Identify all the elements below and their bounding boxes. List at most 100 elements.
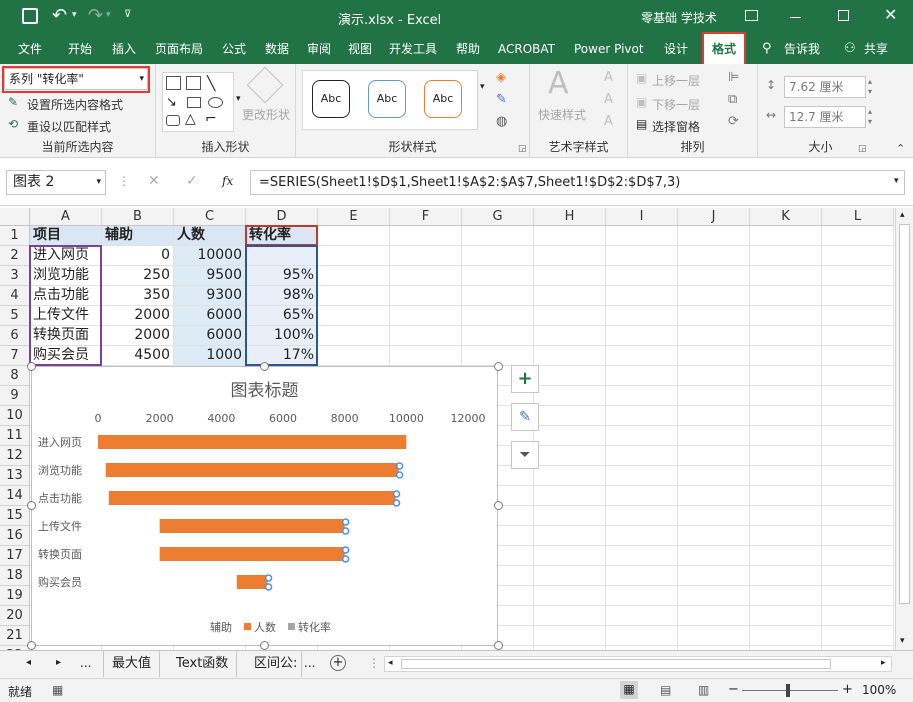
cell[interactable]: [390, 346, 462, 366]
cell[interactable]: [318, 306, 390, 326]
cell[interactable]: [678, 506, 750, 526]
cell[interactable]: [462, 326, 534, 346]
enter-formula-icon[interactable]: ✓: [186, 173, 198, 189]
cell[interactable]: [678, 606, 750, 626]
page-break-view-icon[interactable]: ▥: [698, 683, 709, 697]
cell[interactable]: [678, 526, 750, 546]
row-header-4[interactable]: 4: [0, 286, 30, 306]
tab-home[interactable]: 开始: [68, 34, 92, 64]
cell[interactable]: [534, 506, 606, 526]
cell[interactable]: [750, 426, 822, 446]
column-header-L[interactable]: L: [822, 208, 894, 226]
bar-helper[interactable]: [98, 547, 160, 561]
cell[interactable]: [750, 386, 822, 406]
cell[interactable]: [678, 546, 750, 566]
column-header-C[interactable]: C: [174, 208, 246, 226]
bar-helper[interactable]: [98, 519, 160, 533]
arrow-shape-icon[interactable]: ↘: [166, 95, 177, 110]
row-header-11[interactable]: 11: [0, 426, 30, 446]
legend-label[interactable]: 转化率: [298, 620, 331, 634]
row-header-3[interactable]: 3: [0, 266, 30, 286]
cancel-formula-icon[interactable]: ✕: [148, 173, 160, 189]
macro-record-icon[interactable]: ▦: [52, 683, 63, 697]
cell[interactable]: [606, 506, 678, 526]
cell[interactable]: [606, 306, 678, 326]
cell[interactable]: [822, 526, 894, 546]
sheet-more-right[interactable]: ...: [304, 656, 315, 670]
undo-dropdown-icon[interactable]: ▾: [72, 10, 77, 20]
hscroll-left-icon[interactable]: ◂: [388, 658, 393, 668]
bar-people[interactable]: [236, 575, 268, 589]
reset-style-button[interactable]: 重设以匹配样式: [27, 118, 111, 135]
cell[interactable]: [534, 426, 606, 446]
group-objects-icon[interactable]: ⧉: [728, 92, 737, 107]
table-cell[interactable]: 350: [102, 286, 174, 306]
customize-qat-icon[interactable]: ⊽: [124, 9, 131, 20]
cell[interactable]: [534, 566, 606, 586]
shape-style-3[interactable]: Abc: [424, 80, 462, 118]
chart-handle-tc[interactable]: [260, 362, 269, 371]
cell[interactable]: [390, 246, 462, 266]
chart-handle-tr[interactable]: [494, 362, 503, 371]
shape-outline-icon[interactable]: ✎: [496, 92, 507, 107]
cell[interactable]: [606, 586, 678, 606]
table-cell[interactable]: 4500: [102, 346, 174, 366]
cell[interactable]: [822, 366, 894, 386]
cell[interactable]: [606, 546, 678, 566]
cell[interactable]: [318, 326, 390, 346]
cell[interactable]: [822, 566, 894, 586]
cell[interactable]: [318, 346, 390, 366]
cell[interactable]: [606, 426, 678, 446]
selected-point-handle[interactable]: [341, 527, 350, 535]
cell[interactable]: [822, 506, 894, 526]
scroll-down-icon[interactable]: ▾: [900, 636, 905, 646]
table-cell[interactable]: 6000: [174, 306, 246, 326]
cell[interactable]: [534, 266, 606, 286]
table-cell[interactable]: 10000: [174, 246, 246, 266]
tab-insert[interactable]: 插入: [112, 34, 136, 64]
cell[interactable]: [534, 546, 606, 566]
cell[interactable]: [606, 406, 678, 426]
cell[interactable]: [822, 466, 894, 486]
row-header-7[interactable]: 7: [0, 346, 30, 366]
cell[interactable]: [822, 606, 894, 626]
table-cell[interactable]: 250: [102, 266, 174, 286]
cell[interactable]: [678, 586, 750, 606]
cell[interactable]: [462, 286, 534, 306]
cell[interactable]: [750, 626, 822, 646]
cell[interactable]: [750, 306, 822, 326]
column-header-G[interactable]: G: [462, 208, 534, 226]
selected-point-handle[interactable]: [264, 574, 273, 582]
cell[interactable]: [606, 626, 678, 646]
zoom-in-icon[interactable]: +: [842, 682, 853, 697]
cell[interactable]: [822, 266, 894, 286]
cell[interactable]: [678, 426, 750, 446]
table-cell[interactable]: 0: [102, 246, 174, 266]
tabs-splitter-icon[interactable]: ⋮: [368, 656, 380, 670]
chart-handle-ml[interactable]: [27, 501, 36, 510]
shapes-gallery[interactable]: ╲ ↘ △ ⌐: [162, 72, 234, 132]
cell[interactable]: [822, 346, 894, 366]
cell[interactable]: [750, 326, 822, 346]
row-header-9[interactable]: 9: [0, 386, 30, 406]
tab-page-layout[interactable]: 页面布局: [155, 34, 203, 64]
cell[interactable]: [318, 226, 390, 246]
bar-people[interactable]: [159, 519, 345, 533]
bar-people[interactable]: [98, 435, 407, 449]
cell[interactable]: [750, 366, 822, 386]
hscroll-right-icon[interactable]: ▸: [881, 658, 886, 668]
column-header-K[interactable]: K: [750, 208, 822, 226]
chart-handle-tl[interactable]: [27, 362, 36, 371]
cell[interactable]: [750, 446, 822, 466]
column-header-E[interactable]: E: [318, 208, 390, 226]
chart-area[interactable]: 图表标题 0 2000 4000 6000 8000 10000 12000 进入网页 浏览功能…: [31, 366, 498, 646]
cell[interactable]: [750, 606, 822, 626]
chart-styles-button[interactable]: ✎: [511, 403, 539, 431]
tab-help[interactable]: 帮助: [456, 34, 480, 64]
collapse-ribbon-icon[interactable]: ⌃: [896, 142, 905, 155]
tab-view[interactable]: 视图: [348, 34, 372, 64]
table-cell[interactable]: 2000: [102, 306, 174, 326]
cell[interactable]: [822, 306, 894, 326]
share-person-icon[interactable]: ⚇: [844, 41, 856, 56]
cell[interactable]: [750, 346, 822, 366]
